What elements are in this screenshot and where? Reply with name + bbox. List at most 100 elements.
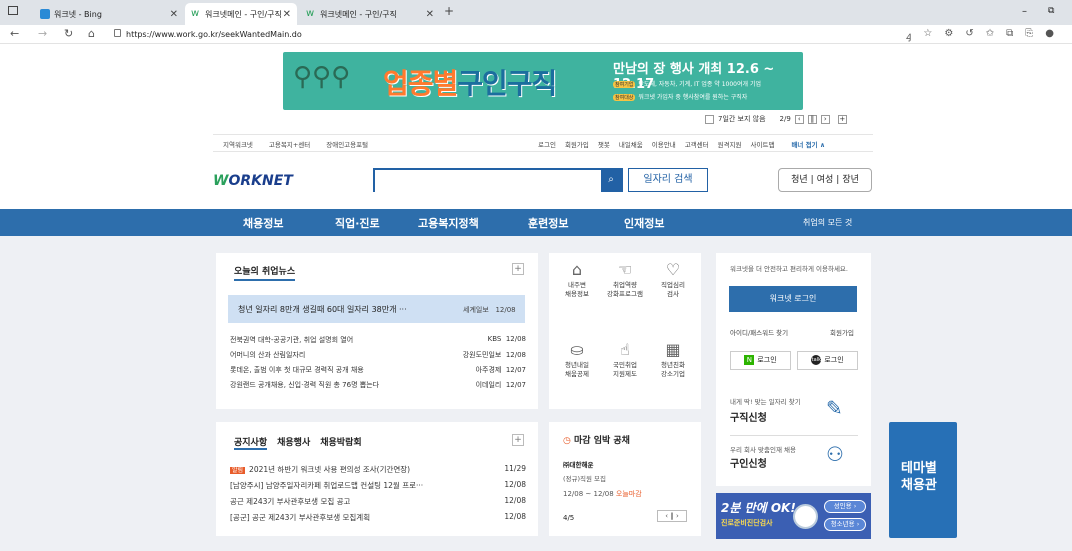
deadline-title: ◷ 마감 임박 공채 [563, 436, 630, 446]
sitemap-link[interactable]: 사이트맵 [751, 139, 775, 149]
news-item[interactable]: 어머니의 산과 산림일자리 강원도민일보 12/08 [230, 350, 526, 363]
adult-test-button[interactable]: 성인용 › [824, 500, 866, 513]
hide-7days-checkbox[interactable] [705, 114, 714, 124]
next-banner-button[interactable]: › [820, 114, 830, 124]
tab-notice[interactable]: 공지사항 [234, 435, 268, 450]
nav-talent[interactable]: 인재정보 [624, 215, 664, 231]
naeil-link[interactable]: 내일채움 [619, 139, 643, 149]
headline-text: 청년 일자리 8만개 생길때 60대 일자리 38만개 ··· [238, 305, 407, 314]
url-input[interactable]: https://www.work.go.kr/seekWantedMain.do [126, 28, 886, 42]
forward-icon[interactable]: → [38, 27, 47, 40]
signup-link[interactable]: 회원가입 [830, 327, 854, 337]
news-headline[interactable]: 청년 일자리 8만개 생길때 60대 일자리 38만개 ··· 세계일보 12/… [228, 295, 525, 323]
service-nearby-jobs[interactable]: ⌂ 내주변 채용정보 [555, 259, 599, 299]
signup-link[interactable]: 회원가입 [565, 139, 589, 149]
women-link[interactable]: 여성 [817, 175, 834, 185]
kakao-login-button[interactable]: talk 로그인 [797, 351, 858, 370]
tab-fairs[interactable]: 채용박람회 [320, 435, 361, 450]
extension-icon[interactable]: ⚙ [944, 28, 953, 42]
deadline-company[interactable]: ㈜대한해운 [563, 459, 593, 469]
service-national-support[interactable]: ☝ 국민취업 지원제도 [603, 339, 647, 379]
pause-banner-button[interactable]: ‖ [807, 114, 817, 124]
pencil-document-icon: ✎ [826, 396, 843, 420]
worknet-logo[interactable]: WORKNET [213, 173, 293, 189]
career-test-banner[interactable]: 2분 만에 OK! 진로준비진단검사 성인용 › 청소년용 › [716, 493, 871, 539]
banner-fold-button[interactable]: 배너 접기 ∧ [791, 139, 825, 149]
news-item[interactable]: 롯데온, 출범 이후 첫 대규모 경력직 공개 채용 아주경제 12/07 [230, 365, 526, 378]
theme-recruit-banner[interactable]: 테마별 채용관 [889, 422, 957, 538]
new-tab-button[interactable]: + [444, 4, 454, 18]
favorites-icon[interactable]: ✩ [986, 28, 994, 42]
refresh-circle-icon[interactable]: ↺ [965, 28, 973, 42]
search-input[interactable] [375, 172, 601, 192]
thumbs-up-icon: ☝ [620, 340, 630, 359]
naver-login-button[interactable]: N 로그인 [730, 351, 791, 370]
notice-item[interactable]: 알림 2021년 하반기 워크넷 사용 편의성 조사(기간연장) 11/29 [230, 464, 526, 475]
service-psych-test[interactable]: ♡ 직업심리 검사 [651, 259, 695, 299]
top-event-banner[interactable]: ⚲⚲⚲ 업종별구인구직 만남의 장 행사 개최 12.6 ~ 12.17 참여기… [283, 52, 803, 110]
job-apply-cards: 내게 딱! 맞는 일자리 찾기 구직신청 ✎ 우리 회사 맞춤인재 채용 구인신… [716, 386, 871, 486]
share-icon[interactable]: ⎘ [1025, 28, 1033, 42]
job-search-button[interactable]: 일자리 검색 [628, 168, 708, 192]
banner-line2: 참여대상 워크넷 가입자 중 행사참여를 원하는 구직자 [613, 94, 748, 101]
nav-welfare[interactable]: 고용복지정책 [418, 215, 479, 231]
notice-item[interactable]: [공군] 공군 제243기 부사관후보생 모집계획 12/08 [230, 512, 526, 523]
profile-icon[interactable]: ● [1045, 28, 1054, 42]
search-icon[interactable]: ⌕ [601, 170, 621, 190]
tab-bing[interactable]: 워크넷 - Bing ✕ [34, 3, 184, 25]
job-offer-apply[interactable]: 우리 회사 맞춤인재 채용 구인신청 ⚇ [716, 436, 871, 486]
nav-all[interactable]: 취업의 모든 것 [803, 217, 852, 228]
banner-more-button[interactable]: + [837, 114, 847, 124]
login-intro: 워크넷을 더 안전하고 편리하게 이용하세요. [730, 265, 848, 273]
prev-banner-button[interactable]: ‹ [794, 114, 804, 124]
close-icon[interactable]: ✕ [426, 9, 434, 20]
tab-worknet-main-2[interactable]: ᴡ 워크넷메인 - 구인/구직 ✕ [300, 3, 440, 25]
util-link[interactable]: 고용복지+센터 [269, 139, 310, 149]
news-item[interactable]: 전북권역 대학-공공기관, 취업 설명회 열어 KBS 12/08 [230, 335, 526, 348]
cs-link[interactable]: 고객센터 [685, 139, 709, 149]
notice-card: 공지사항 채용행사 채용박람회 + 알림 2021년 하반기 워크넷 사용 편의성… [216, 422, 538, 536]
login-link[interactable]: 로그인 [538, 139, 556, 149]
tab-worknet-main[interactable]: ᴡ 워크넷메인 - 구인/구직 ✕ [185, 3, 297, 25]
worknet-login-button[interactable]: 워크넷 로그인 [729, 286, 857, 312]
service-youth-company[interactable]: ▦ 청년친화 강소기업 [651, 339, 695, 379]
nav-career[interactable]: 직업·진로 [335, 215, 380, 231]
close-icon[interactable]: ✕ [283, 9, 291, 20]
notice-more-button[interactable]: + [512, 434, 524, 446]
nav-training[interactable]: 훈련정보 [528, 215, 568, 231]
worknet-favicon-icon: ᴡ [191, 8, 200, 19]
refresh-icon[interactable]: ↻ [64, 27, 73, 40]
back-icon[interactable]: ← [10, 27, 19, 40]
deadline-controls[interactable]: ‹ ‖ › [657, 510, 687, 522]
youth-test-button[interactable]: 청소년용 › [824, 518, 866, 531]
minimize-button[interactable]: – [1022, 6, 1027, 17]
service-competency[interactable]: ☜ 취업역량 강화프로그램 [603, 259, 647, 299]
ok-banner-title: 2분 만에 OK! [721, 501, 796, 515]
chatbot-link[interactable]: 챗봇 [598, 139, 610, 149]
window-menu-icon[interactable] [8, 6, 18, 15]
util-link[interactable]: 지역워크넷 [223, 139, 253, 149]
close-icon[interactable]: ✕ [170, 9, 178, 20]
tab-events[interactable]: 채용행사 [277, 435, 310, 450]
news-more-button[interactable]: + [512, 263, 524, 275]
favorite-star-icon[interactable]: ☆ [923, 28, 932, 42]
guide-link[interactable]: 이용안내 [652, 139, 676, 149]
remote-link[interactable]: 원격지원 [718, 139, 742, 149]
restore-button[interactable]: ⧉ [1048, 6, 1054, 16]
senior-link[interactable]: 장년 [842, 175, 859, 185]
notice-item[interactable]: [남양주시] 남양주일자리카페 취업로드맵 컨설팅 12월 프로··· 12/08 [230, 480, 526, 491]
news-item[interactable]: 강원랜드 공개채용, 신입·경력 직원 총 76명 뽑는다 이데일리 12/07 [230, 380, 526, 393]
home-icon[interactable]: ⌂ [88, 27, 95, 40]
find-id-password-link[interactable]: 아이디/패스워드 찾기 [730, 327, 788, 337]
reader-icon[interactable]: ꜭ [906, 28, 911, 42]
job-seek-apply[interactable]: 내게 딱! 맞는 일자리 찾기 구직신청 ✎ [716, 386, 871, 436]
youth-link[interactable]: 청년 [791, 175, 808, 185]
tab-title: 워크넷메인 - 구인/구직 [320, 9, 397, 19]
theme-label: 테마별 채용관 [901, 461, 937, 493]
collections-icon[interactable]: ⧉ [1006, 28, 1013, 42]
service-youth-saving[interactable]: ⛀ 청년내일 채움공제 [555, 339, 599, 379]
util-link[interactable]: 장애인고용포털 [326, 139, 368, 149]
notice-item[interactable]: 공근 제243기 부사관후보생 모집 공고 12/08 [230, 496, 526, 507]
nav-recruit[interactable]: 채용정보 [243, 215, 283, 231]
banner-controls: 7일간 보지 않음 2/9 ‹ ‖ › + [705, 114, 847, 124]
